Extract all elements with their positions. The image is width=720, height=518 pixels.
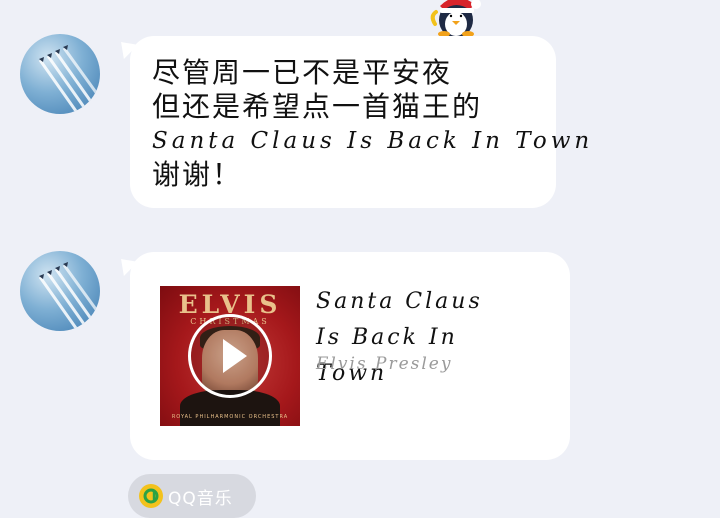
album-cover[interactable]: ELVIS CHRISTMAS ROYAL PHILHARMONIC ORCHE…	[160, 286, 300, 426]
message-line: 谢谢！	[152, 158, 243, 191]
qq-music-source-badge[interactable]: QQ音乐	[128, 474, 256, 518]
message-line: 但还是希望点一首猫王的	[152, 90, 483, 123]
qq-music-icon	[139, 484, 163, 508]
music-card-bubble[interactable]: ELVIS CHRISTMAS ROYAL PHILHARMONIC ORCHE…	[130, 252, 570, 460]
source-label: QQ音乐	[168, 489, 233, 509]
message-line: 尽管周一已不是平安夜	[152, 56, 453, 89]
play-icon	[223, 339, 247, 373]
avatar[interactable]	[20, 34, 100, 114]
play-button[interactable]	[188, 314, 272, 398]
message-line: Santa Claus Is Back In Town	[152, 128, 594, 154]
song-artist: Elvis Presley	[316, 354, 453, 374]
message-text: 尽管周一已不是平安夜 但还是希望点一首猫王的 Santa Claus Is Ba…	[152, 56, 593, 192]
avatar[interactable]	[20, 251, 100, 331]
album-footer: ROYAL PHILHARMONIC ORCHESTRA	[171, 414, 289, 420]
song-title: Santa Claus Is Back In Town	[316, 289, 483, 386]
penguin-sticker-icon	[426, 0, 490, 40]
text-message-bubble[interactable]: 尽管周一已不是平安夜 但还是希望点一首猫王的 Santa Claus Is Ba…	[130, 36, 589, 208]
